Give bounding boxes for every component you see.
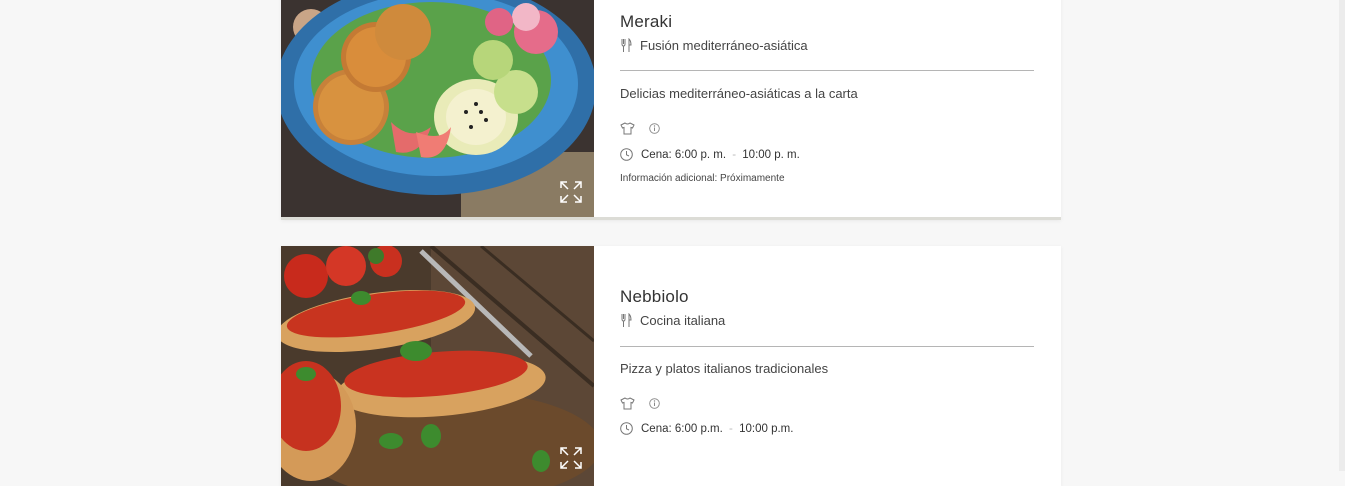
- restaurant-description: Pizza y platos italianos tradicionales: [620, 361, 829, 376]
- food-image-salad-bowl: [281, 0, 594, 217]
- divider: [620, 70, 1034, 71]
- cuisine-row: Fusión mediterráneo-asiática: [620, 38, 808, 53]
- hours-open: 6:00 p. m.: [674, 148, 727, 161]
- restaurant-photo-meraki[interactable]: [281, 0, 594, 217]
- divider: [620, 346, 1034, 347]
- cuisine-row: Cocina italiana: [620, 313, 725, 328]
- info-icon[interactable]: [649, 398, 660, 409]
- clock-icon: [620, 148, 633, 161]
- hours-close: 10:00 p. m.: [742, 148, 800, 161]
- restaurant-photo-nebbiolo[interactable]: [281, 246, 594, 486]
- additional-info: Información adicional: Próximamente: [620, 173, 785, 184]
- expand-icon[interactable]: [559, 180, 583, 204]
- info-icon[interactable]: [649, 123, 660, 134]
- hours-separator: -: [729, 422, 733, 435]
- cuisine-label: Cocina italiana: [640, 313, 726, 328]
- restaurant-name: Nebbiolo: [620, 287, 689, 306]
- restaurant-card-nebbiolo: Nebbiolo Cocina italiana Pizza y platos …: [281, 246, 1061, 486]
- food-image-bruschetta: [281, 246, 594, 486]
- hours-separator: -: [732, 148, 737, 161]
- utensils-icon: [621, 38, 632, 52]
- cuisine-label: Fusión mediterráneo-asiática: [640, 38, 808, 53]
- hours-open: 6:00 p.m.: [674, 422, 723, 435]
- hours-row: Cena: 6:00 p.m. - 10:00 p.m.: [620, 422, 793, 435]
- expand-icon[interactable]: [559, 446, 583, 470]
- page-scrollbar-track[interactable]: [1339, 0, 1345, 471]
- hours-close: 10:00 p.m.: [739, 422, 794, 435]
- amenities-row: [620, 397, 660, 410]
- hours-row: Cena: 6:00 p. m. - 10:00 p. m.: [620, 148, 800, 161]
- shirt-icon: [620, 122, 635, 135]
- restaurant-description: Delicias mediterráneo-asiáticas a la car…: [620, 86, 858, 101]
- restaurant-card-meraki: Meraki Fusión mediterráneo-asiática Deli…: [281, 0, 1061, 220]
- amenities-row: [620, 122, 660, 135]
- shirt-icon: [620, 397, 635, 410]
- hours-meal-label: Cena:: [641, 148, 672, 161]
- hours-meal-label: Cena:: [641, 422, 672, 435]
- restaurant-name: Meraki: [620, 12, 673, 31]
- clock-icon: [620, 422, 633, 435]
- utensils-icon: [621, 313, 632, 327]
